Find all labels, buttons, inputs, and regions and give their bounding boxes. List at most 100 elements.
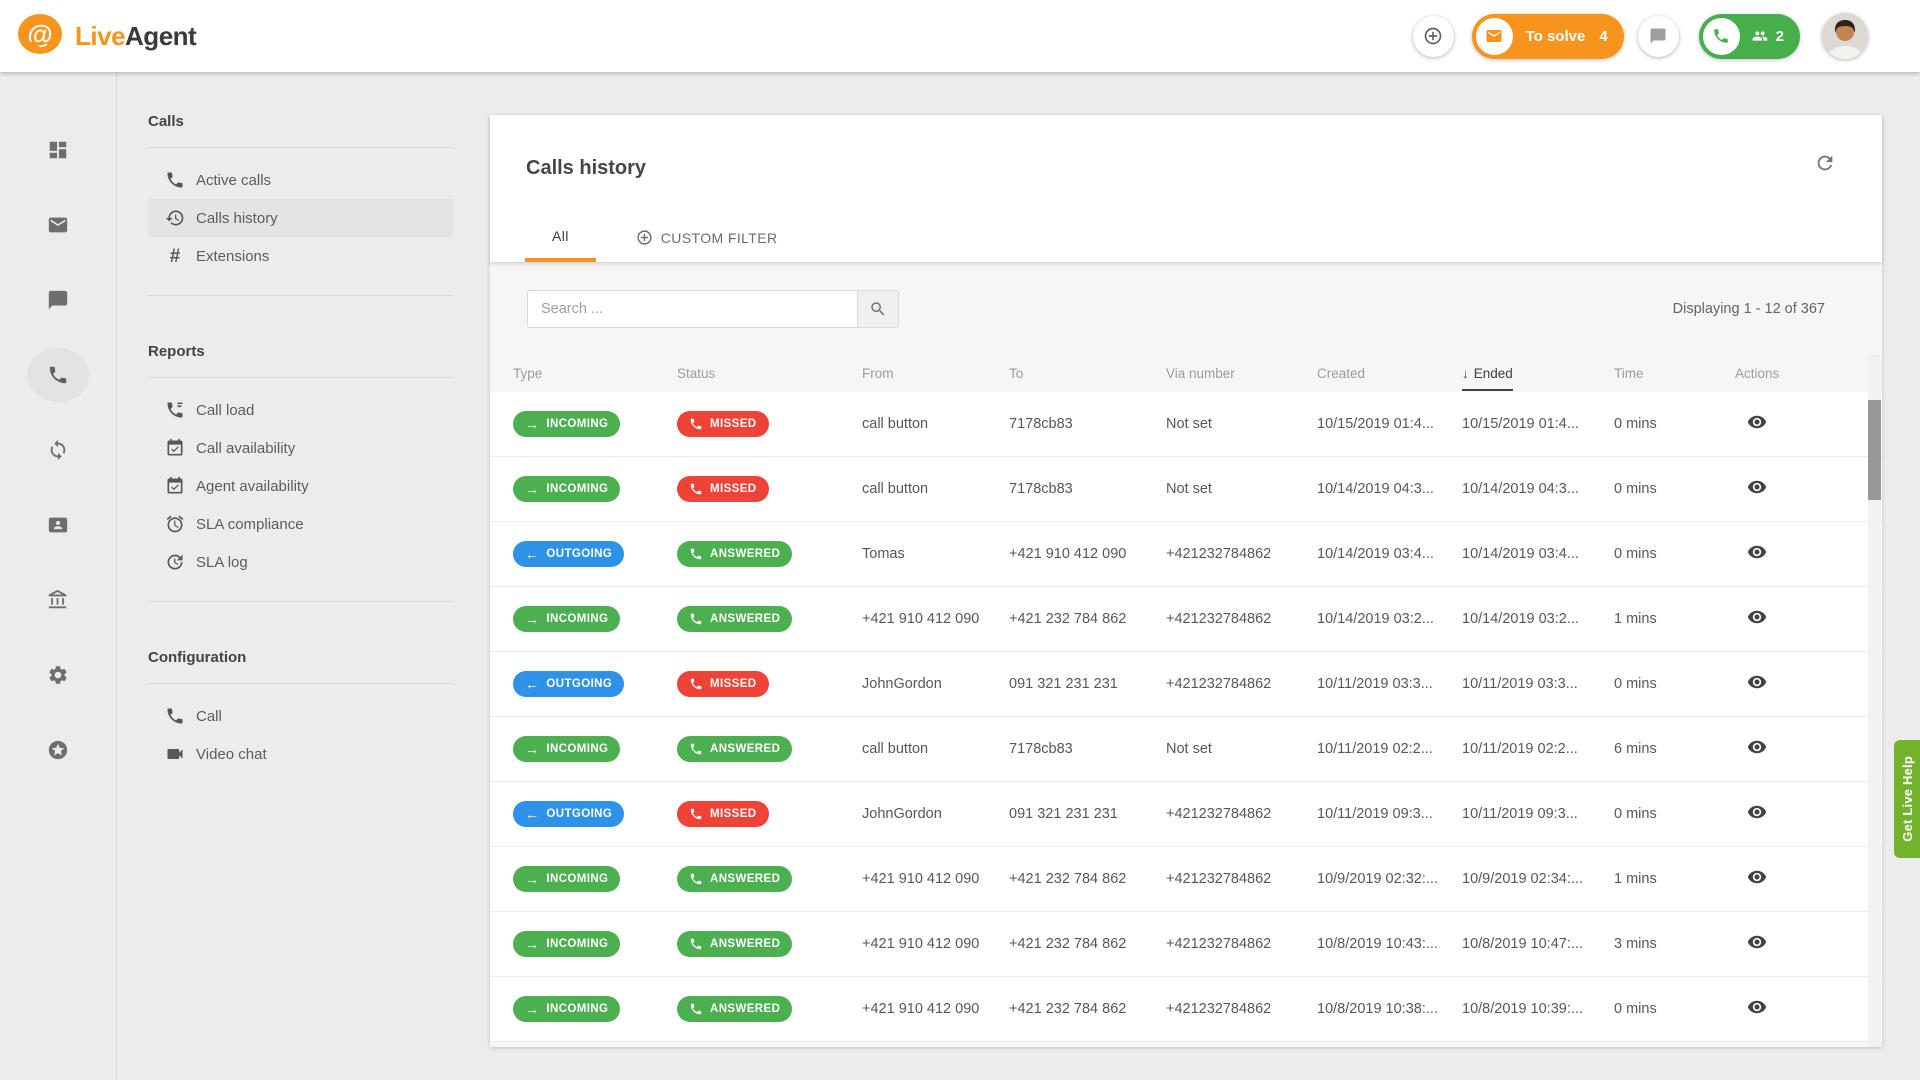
menu-item-label: Video chat bbox=[196, 746, 267, 763]
menu-item-label: Active calls bbox=[196, 172, 271, 189]
get-live-help-tab[interactable]: Get Live Help bbox=[1894, 740, 1920, 858]
chat-button[interactable] bbox=[1638, 16, 1679, 57]
menu-item-call-load[interactable]: Call load bbox=[148, 391, 453, 429]
arrow-left-icon: ← bbox=[525, 547, 539, 561]
eye-icon bbox=[1747, 412, 1767, 432]
cell-actions bbox=[1735, 867, 1882, 891]
refresh-button[interactable] bbox=[1814, 152, 1836, 177]
tab-custom-filter[interactable]: CUSTOM FILTER bbox=[622, 213, 792, 262]
dashboard-icon bbox=[47, 139, 69, 161]
panel-body: Displaying 1 - 12 of 367 TypeStatusFromT… bbox=[490, 262, 1882, 1047]
column-header-via-number[interactable]: Via number bbox=[1166, 366, 1317, 381]
column-header-status[interactable]: Status bbox=[677, 366, 862, 381]
menu-item-sla-compliance[interactable]: SLA compliance bbox=[148, 505, 453, 543]
cell-to: +421 232 784 862 bbox=[1009, 1001, 1166, 1017]
column-header-type[interactable]: Type bbox=[513, 366, 677, 381]
phone-icon bbox=[1712, 27, 1730, 45]
menu-item-calls-history[interactable]: Calls history bbox=[148, 199, 453, 237]
phone-icon bbox=[689, 547, 703, 561]
status-badge: MISSED bbox=[677, 411, 769, 437]
search-input[interactable] bbox=[527, 290, 857, 328]
scrollbar-thumb[interactable] bbox=[1868, 400, 1881, 500]
view-call-button[interactable] bbox=[1747, 802, 1767, 822]
cell-type: →INCOMING bbox=[513, 931, 677, 957]
cell-actions bbox=[1735, 542, 1882, 566]
column-header-ended[interactable]: ↓Ended bbox=[1462, 366, 1614, 381]
cell-from: +421 910 412 090 bbox=[862, 1001, 1009, 1017]
liveagent-logo-icon: @ bbox=[16, 12, 64, 60]
rail-contact-card-button[interactable] bbox=[27, 498, 89, 552]
to-solve-button[interactable]: To solve 4 bbox=[1472, 14, 1624, 59]
column-header-from[interactable]: From bbox=[862, 366, 1009, 381]
table-row[interactable]: ←OUTGOINGMISSEDJohnGordon091 321 231 231… bbox=[490, 652, 1882, 717]
rail-phone-button[interactable] bbox=[27, 348, 89, 402]
side-menu: CallsActive callsCalls history#Extension… bbox=[118, 72, 455, 1080]
calendar-check-icon bbox=[165, 438, 185, 458]
table-row[interactable]: →INCOMINGMISSEDcall button7178cb83Not se… bbox=[490, 392, 1882, 457]
column-header-created[interactable]: Created bbox=[1317, 366, 1462, 381]
cell-type: ←OUTGOING bbox=[513, 541, 677, 567]
menu-item-extensions[interactable]: #Extensions bbox=[148, 237, 453, 275]
menu-item-label: Call load bbox=[196, 402, 254, 419]
contact-card-icon bbox=[47, 514, 69, 536]
menu-item-agent-availability[interactable]: Agent availability bbox=[148, 467, 453, 505]
menu-item-call-availability[interactable]: Call availability bbox=[148, 429, 453, 467]
table-scrollbar[interactable] bbox=[1868, 355, 1881, 1047]
view-call-button[interactable] bbox=[1747, 477, 1767, 497]
column-header-time[interactable]: Time bbox=[1614, 366, 1735, 381]
view-call-button[interactable] bbox=[1747, 542, 1767, 562]
star-circle-icon bbox=[47, 739, 69, 761]
rail-chat-button[interactable] bbox=[27, 273, 89, 327]
table-row[interactable]: ←OUTGOINGMISSEDJohnGordon091 321 231 231… bbox=[490, 782, 1882, 847]
type-badge: ←OUTGOING bbox=[513, 801, 624, 827]
cell-time: 6 mins bbox=[1614, 741, 1735, 757]
view-call-button[interactable] bbox=[1747, 607, 1767, 627]
table-row[interactable]: →INCOMINGANSWERED+421 910 412 090+421 23… bbox=[490, 587, 1882, 652]
rail-settings-button[interactable] bbox=[27, 648, 89, 702]
calls-online-count: 2 bbox=[1776, 28, 1784, 45]
column-header-to[interactable]: To bbox=[1009, 366, 1166, 381]
add-button[interactable] bbox=[1413, 16, 1454, 57]
menu-item-label: SLA log bbox=[196, 554, 248, 571]
cell-ended: 10/11/2019 03:3... bbox=[1462, 676, 1614, 692]
view-call-button[interactable] bbox=[1747, 867, 1767, 887]
arrow-right-icon: → bbox=[525, 612, 539, 626]
type-badge: →INCOMING bbox=[513, 736, 620, 762]
menu-item-sla-log[interactable]: SLA log bbox=[148, 543, 453, 581]
rail-bank-button[interactable] bbox=[27, 573, 89, 627]
cell-to: +421 232 784 862 bbox=[1009, 936, 1166, 952]
table-row[interactable]: →INCOMINGANSWEREDcall button7178cb83Not … bbox=[490, 717, 1882, 782]
menu-item-call[interactable]: Call bbox=[148, 697, 453, 735]
search-button[interactable] bbox=[857, 290, 899, 328]
tab-all[interactable]: All bbox=[525, 213, 596, 262]
calls-online-button[interactable]: 2 bbox=[1699, 14, 1800, 59]
view-call-button[interactable] bbox=[1747, 412, 1767, 432]
table-row[interactable]: →INCOMINGMISSEDcall button7178cb83Not se… bbox=[490, 457, 1882, 522]
view-call-button[interactable] bbox=[1747, 737, 1767, 757]
cell-to: 091 321 231 231 bbox=[1009, 806, 1166, 822]
view-call-button[interactable] bbox=[1747, 997, 1767, 1017]
phone-icon bbox=[165, 170, 185, 190]
view-call-button[interactable] bbox=[1747, 672, 1767, 692]
rail-star-button[interactable] bbox=[27, 723, 89, 777]
cell-created: 10/14/2019 04:3... bbox=[1317, 481, 1462, 497]
table-row[interactable]: →INCOMINGANSWERED+421 910 412 090+421 23… bbox=[490, 847, 1882, 912]
cell-via-number: Not set bbox=[1166, 481, 1317, 497]
section-items-calls: Active calls Calls history#Extensions bbox=[148, 148, 453, 296]
column-header-actions[interactable]: Actions bbox=[1735, 366, 1882, 381]
view-call-button[interactable] bbox=[1747, 932, 1767, 952]
phone-icon bbox=[165, 706, 185, 726]
rail-sync-button[interactable] bbox=[27, 423, 89, 477]
menu-item-video-chat[interactable]: Video chat bbox=[148, 735, 453, 773]
cell-type: ←OUTGOING bbox=[513, 671, 677, 697]
cell-to: 7178cb83 bbox=[1009, 416, 1166, 432]
avatar[interactable] bbox=[1822, 13, 1868, 59]
table-row[interactable]: →INCOMINGANSWERED+421 910 412 090+421 23… bbox=[490, 977, 1882, 1042]
table-row[interactable]: ←OUTGOINGANSWEREDTomas+421 910 412 090+4… bbox=[490, 522, 1882, 587]
menu-item-active-calls[interactable]: Active calls bbox=[148, 161, 453, 199]
sync-icon bbox=[47, 439, 69, 461]
rail-dashboard-button[interactable] bbox=[27, 123, 89, 177]
rail-mail-button[interactable] bbox=[27, 198, 89, 252]
table-row[interactable]: →INCOMINGANSWERED+421 910 412 090+421 23… bbox=[490, 912, 1882, 977]
cell-from: call button bbox=[862, 481, 1009, 497]
